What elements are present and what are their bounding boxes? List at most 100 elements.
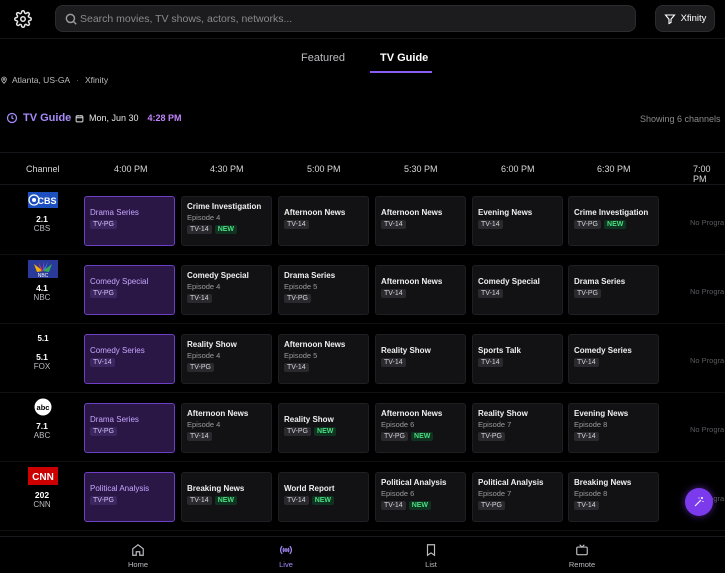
time-slot: 5:00 PM <box>307 164 341 174</box>
program-cell[interactable]: Evening News Episode 8 TV-14 <box>568 403 659 453</box>
program-cell[interactable]: World Report TV-14 NEW <box>278 472 369 522</box>
channel-info[interactable]: CBS 2.1 CBS <box>20 186 64 255</box>
rating-badge: TV-14 <box>381 358 406 367</box>
channel-info[interactable]: CNN 202 CNN <box>20 462 64 531</box>
program-cell[interactable]: Crime Investigation TV-PG NEW <box>568 196 659 246</box>
current-time: 4:28 PM <box>147 113 182 123</box>
channel-info[interactable]: 5.1 5.1 FOX <box>20 324 64 393</box>
program-cell[interactable]: Reality Show TV-PG NEW <box>278 403 369 453</box>
program-cell[interactable]: Political Analysis TV-PG <box>84 472 175 522</box>
channel-row: CBS 2.1 CBS Drama Series TV-PG Crime Investig… <box>0 186 725 255</box>
channel-number: 4.1 <box>36 283 48 293</box>
program-cell[interactable]: Reality Show Episode 4 TV-PG <box>181 334 272 384</box>
program-cell[interactable]: Comedy Series TV-14 <box>568 334 659 384</box>
channel-number: 7.1 <box>36 421 48 431</box>
separator-dot: · <box>76 75 79 85</box>
program-title: Political Analysis <box>90 484 150 493</box>
time-slot: 7:00 PM <box>693 164 711 184</box>
program-title: Comedy Special <box>90 277 149 286</box>
location-pin-icon <box>1 76 7 84</box>
program-cell[interactable]: Drama Series TV-PG <box>84 196 175 246</box>
program-cell[interactable]: Evening News TV-14 <box>472 196 563 246</box>
program-episode: Episode 7 <box>478 420 512 429</box>
live-icon <box>280 545 292 555</box>
rating-badge: TV-14 <box>478 289 503 298</box>
home-icon <box>132 544 144 556</box>
rating-badge: TV-14 <box>187 294 212 303</box>
program-cell[interactable]: Reality Show TV-14 <box>375 334 466 384</box>
no-program-label: No Progra <box>690 425 725 434</box>
nav-home[interactable]: Home <box>108 543 168 569</box>
program-title: Reality Show <box>284 415 334 424</box>
search-input[interactable] <box>80 9 620 28</box>
program-cell[interactable]: Reality Show Episode 7 TV-PG <box>472 403 563 453</box>
nav-list[interactable]: List <box>401 543 461 569</box>
channel-row: 5.1 5.1 FOX Comedy Series TV-14 Reality Show E… <box>0 324 725 393</box>
date-label: Mon, Jun 30 <box>89 113 139 123</box>
bookmark-icon <box>426 544 436 557</box>
program-cell[interactable]: Afternoon News TV-14 <box>375 196 466 246</box>
program-cell[interactable]: Comedy Special Episode 4 TV-14 <box>181 265 272 315</box>
program-title: Breaking News <box>187 484 245 493</box>
channel-info[interactable]: abc 7.1 ABC <box>20 393 64 462</box>
clock-icon <box>6 112 18 124</box>
program-cell[interactable]: Afternoon News TV-14 <box>375 265 466 315</box>
top-header: Xfinity <box>0 0 725 38</box>
channel-row: CNN 202 CNN Political Analysis TV-PG Breaking… <box>0 462 725 531</box>
cbs-logo: CBS <box>28 192 58 208</box>
time-header: Channel 4:00 PM 4:30 PM 5:00 PM 5:30 PM … <box>0 153 725 185</box>
program-title: Comedy Special <box>187 271 249 280</box>
no-program-label: No Progra <box>690 218 725 227</box>
program-episode: Episode 8 <box>574 420 608 429</box>
program-cell[interactable]: Comedy Special TV-14 <box>472 265 563 315</box>
nav-live[interactable]: Live <box>256 543 316 569</box>
tv-icon <box>576 544 588 556</box>
program-cell[interactable]: Sports Talk TV-14 <box>472 334 563 384</box>
program-cell[interactable]: Comedy Special TV-PG <box>84 265 175 315</box>
program-cell[interactable]: Political Analysis Episode 7 TV-PG <box>472 472 563 522</box>
program-episode: Episode 4 <box>187 351 221 360</box>
time-slot: 6:30 PM <box>597 164 631 174</box>
rating-badge: TV-PG <box>284 294 312 303</box>
rating-badge: TV-14 <box>187 496 212 505</box>
magic-wand-button[interactable] <box>685 488 713 516</box>
program-cell[interactable]: Afternoon News Episode 5 TV-14 <box>278 334 369 384</box>
nav-remote[interactable]: Remote <box>552 543 612 569</box>
new-badge: NEW <box>214 496 238 505</box>
new-badge: NEW <box>411 432 434 441</box>
channel-count: Showing 6 channels <box>640 114 721 124</box>
svg-text:5.1: 5.1 <box>37 334 49 343</box>
nbc-logo: NBC <box>28 260 58 278</box>
program-cell[interactable]: Breaking News TV-14 NEW <box>181 472 272 522</box>
program-episode: Episode 4 <box>187 213 221 222</box>
program-cell[interactable]: Crime Investigation Episode 4 TV-14 NEW <box>181 196 272 246</box>
rating-badge: TV-PG <box>187 363 215 372</box>
rating-badge: TV-14 <box>284 363 309 372</box>
guide-title: TV Guide <box>6 112 71 124</box>
program-cell[interactable]: Drama Series TV-PG <box>84 403 175 453</box>
location-info: Atlanta, US-GA · Xfinity <box>0 74 108 86</box>
search-bar[interactable] <box>55 5 636 32</box>
svg-text:CNN: CNN <box>32 472 54 483</box>
tab-tv-guide[interactable]: TV Guide <box>380 52 428 64</box>
program-cell[interactable]: Breaking News Episode 8 TV-14 <box>568 472 659 522</box>
program-cell[interactable]: Drama Series Episode 5 TV-PG <box>278 265 369 315</box>
gear-icon[interactable] <box>14 10 32 28</box>
program-cell[interactable]: Afternoon News TV-14 <box>278 196 369 246</box>
program-episode: Episode 7 <box>478 489 512 498</box>
program-cell[interactable]: Political Analysis Episode 6 TV-14 NEW <box>375 472 466 522</box>
no-program-label: No Progra <box>690 287 725 296</box>
channel-info[interactable]: NBC 4.1 NBC <box>20 255 64 324</box>
program-title: Evening News <box>574 409 629 418</box>
channel-number: 2.1 <box>36 214 48 224</box>
rating-badge: TV-PG <box>90 220 118 229</box>
rating-badge: TV-PG <box>90 427 118 436</box>
nav-label: Live <box>279 560 293 569</box>
program-cell[interactable]: Comedy Series TV-14 <box>84 334 175 384</box>
program-cell[interactable]: Afternoon News Episode 4 TV-14 <box>181 403 272 453</box>
tab-featured[interactable]: Featured <box>301 52 345 64</box>
program-cell[interactable]: Drama Series TV-PG <box>568 265 659 315</box>
provider-filter-button[interactable]: Xfinity <box>655 5 715 32</box>
program-cell[interactable]: Afternoon News Episode 6 TV-PG NEW <box>375 403 466 453</box>
guide-grid[interactable]: Channel 4:00 PM 4:30 PM 5:00 PM 5:30 PM … <box>0 152 725 542</box>
